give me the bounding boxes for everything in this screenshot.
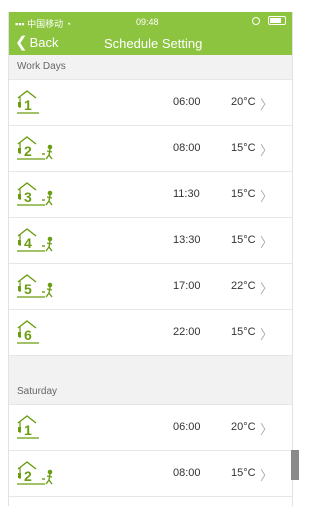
chevron-right-icon: 〉: [260, 235, 274, 250]
signal-icon: ▪▪▪: [15, 19, 25, 29]
home-period-icon: 3: [17, 182, 53, 206]
chevron-right-icon: 〉: [260, 327, 274, 342]
carrier-label: ▪▪▪ 中国移动 ◔: [15, 19, 72, 29]
clock: 09:48: [136, 17, 159, 27]
schedule-temperature: 22°C: [231, 280, 256, 292]
schedule-temperature: 15°C: [231, 142, 256, 154]
chevron-right-icon: 〉: [260, 97, 274, 112]
home-period-icon: 1: [17, 415, 39, 439]
schedule-row[interactable]: 6 22:00 15°C 〉: [9, 310, 292, 356]
schedule-row[interactable]: 4 13:30 15°C 〉: [9, 218, 292, 264]
phone-screen: ▪▪▪ 中国移动 ◔ 09:48 ❮ Back Schedule Setting…: [8, 12, 293, 506]
home-period-icon: 2: [17, 136, 53, 160]
schedule-time: 11:30: [173, 188, 200, 200]
person-walking-icon: [42, 469, 53, 485]
chevron-right-icon: 〉: [260, 422, 274, 437]
status-bar: ▪▪▪ 中国移动 ◔ 09:48: [9, 12, 292, 31]
nav-bar: ❮ Back Schedule Setting: [9, 31, 292, 55]
back-button[interactable]: ❮ Back: [15, 33, 59, 51]
schedule-time: 13:30: [173, 234, 201, 246]
back-label: Back: [29, 35, 59, 50]
schedule-temperature: 20°C: [231, 421, 256, 433]
section-gap: [9, 356, 292, 380]
status-right: [252, 16, 286, 25]
period-number: 2: [24, 468, 32, 484]
rotation-lock-icon: [252, 16, 260, 25]
schedule-row[interactable]: 1 06:00 20°C 〉: [9, 80, 292, 126]
period-number: 3: [24, 189, 32, 205]
schedule-temperature: 15°C: [231, 188, 256, 200]
schedule-row[interactable]: 3 11:30 15°C 〉: [9, 172, 292, 218]
period-number: 1: [24, 97, 32, 113]
chevron-right-icon: 〉: [260, 189, 274, 204]
period-number: 1: [24, 422, 32, 438]
side-tab: [291, 450, 299, 480]
schedule-row[interactable]: 2 08:00 15°C 〉: [9, 126, 292, 172]
person-walking-icon: [42, 282, 53, 298]
period-number: 4: [24, 235, 32, 251]
schedule-time: 08:00: [173, 467, 201, 479]
schedule-row[interactable]: 5 17:00 22°C 〉: [9, 264, 292, 310]
schedule-time: 06:00: [173, 421, 201, 433]
schedule-time: 22:00: [173, 326, 201, 338]
schedule-time: 17:00: [173, 280, 201, 292]
home-period-icon: 2: [17, 461, 53, 485]
schedule-time: 08:00: [173, 142, 201, 154]
home-period-icon: 1: [17, 90, 39, 114]
schedule-time: 06:00: [173, 96, 201, 108]
battery-icon: [268, 16, 286, 25]
section-header: Saturday: [9, 380, 292, 405]
person-walking-icon: [42, 144, 53, 160]
period-number: 6: [24, 327, 32, 343]
page-title: Schedule Setting: [104, 36, 203, 51]
person-walking-icon: [42, 190, 53, 206]
chevron-right-icon: 〉: [260, 468, 274, 483]
wifi-icon: ◔: [65, 19, 72, 29]
chevron-left-icon: ❮: [15, 33, 28, 51]
section-header: Work Days: [9, 55, 292, 80]
chevron-right-icon: 〉: [260, 281, 274, 296]
schedule-list: Work Days 1 06:00 20°C 〉 2 08:00 15°C 〉: [9, 55, 292, 497]
schedule-temperature: 15°C: [231, 467, 256, 479]
schedule-temperature: 15°C: [231, 326, 256, 338]
home-period-icon: 5: [17, 274, 53, 298]
schedule-temperature: 15°C: [231, 234, 256, 246]
home-period-icon: 6: [17, 320, 39, 344]
schedule-row[interactable]: 1 06:00 20°C 〉: [9, 405, 292, 451]
period-number: 2: [24, 143, 32, 159]
schedule-temperature: 20°C: [231, 96, 256, 108]
period-number: 5: [24, 281, 32, 297]
person-walking-icon: [42, 236, 53, 252]
schedule-row[interactable]: 2 08:00 15°C 〉: [9, 451, 292, 497]
home-period-icon: 4: [17, 228, 53, 252]
chevron-right-icon: 〉: [260, 143, 274, 158]
